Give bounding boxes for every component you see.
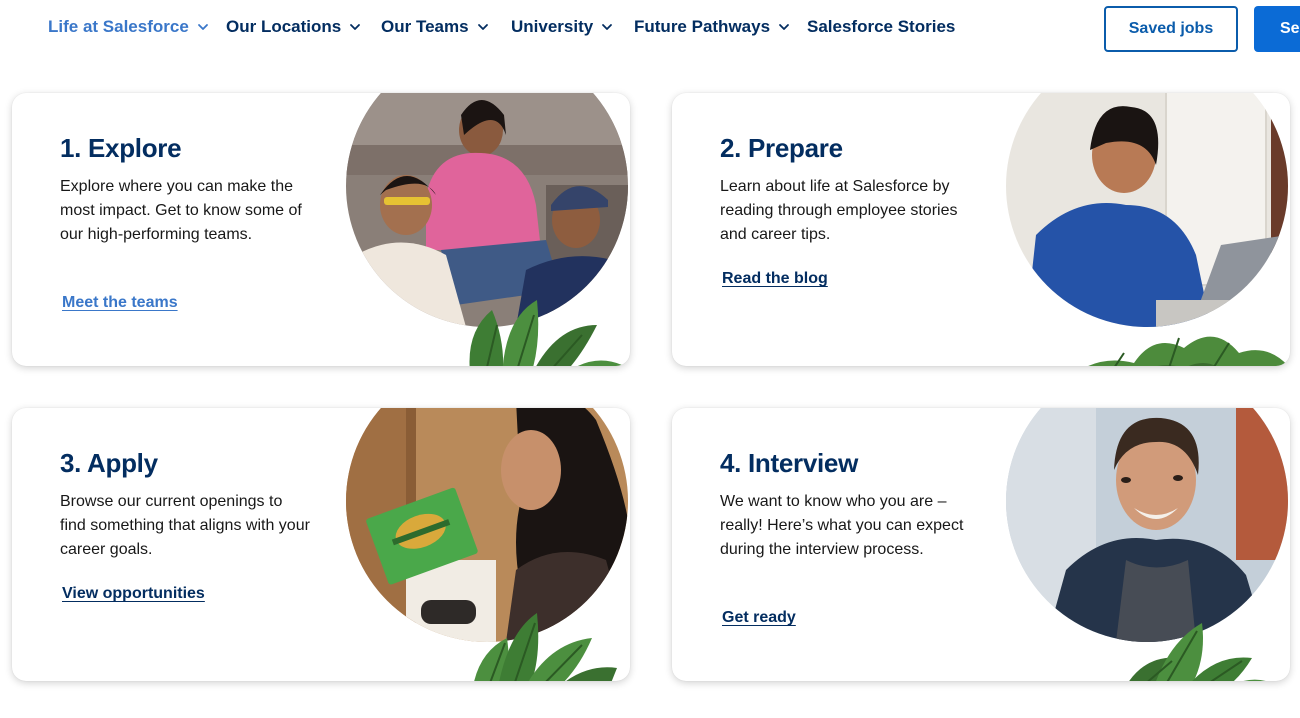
search-jobs-button[interactable]: Se [1254, 6, 1300, 52]
chevron-down-icon [197, 21, 209, 33]
nav-item-university[interactable]: University [511, 17, 613, 37]
card-description: Learn about life at Salesforce by readin… [720, 178, 958, 243]
nav-item-our-locations[interactable]: Our Locations [226, 17, 361, 37]
prepare-photo [1006, 93, 1288, 327]
meet-the-teams-link[interactable]: Meet the teams [62, 294, 178, 312]
apply-photo [346, 408, 628, 642]
nav-item-label: Our Teams [381, 17, 469, 36]
card-title: 3. Apply [60, 448, 158, 478]
chevron-down-icon [778, 21, 790, 33]
card-description: Browse our current openings to find some… [60, 493, 310, 558]
saved-jobs-button[interactable]: Saved jobs [1104, 6, 1238, 52]
nav-item-label: Future Pathways [634, 17, 771, 36]
nav-item-life-at-salesforce[interactable]: Life at Salesforce [48, 17, 209, 37]
nav-item-salesforce-stories[interactable]: Salesforce Stories [807, 17, 955, 37]
card-explore: 1. Explore Explore where you can make th… [12, 93, 630, 366]
plant-illustration [467, 613, 617, 681]
read-the-blog-link[interactable]: Read the blog [722, 270, 828, 288]
card-title: 1. Explore [60, 133, 182, 163]
interview-photo [1006, 408, 1288, 642]
plant-illustration [1122, 613, 1272, 681]
nav-item-our-teams[interactable]: Our Teams [381, 17, 489, 37]
view-opportunities-link[interactable]: View opportunities [62, 585, 205, 603]
nav-item-label: Life at Salesforce [48, 17, 189, 36]
chevron-down-icon [601, 21, 613, 33]
chevron-down-icon [349, 21, 361, 33]
card-apply: 3. Apply Browse our current openings to … [12, 408, 630, 681]
plant-illustration [1064, 323, 1290, 366]
chevron-down-icon [477, 21, 489, 33]
nav-item-future-pathways[interactable]: Future Pathways [634, 17, 790, 37]
card-prepare: 2. Prepare Learn about life at Salesforc… [672, 93, 1290, 366]
nav-item-label: Salesforce Stories [807, 17, 956, 36]
card-description: We want to know who you are – really! He… [720, 493, 964, 558]
card-title: 4. Interview [720, 448, 859, 478]
nav-item-label: University [511, 17, 594, 36]
nav-item-label: Our Locations [226, 17, 342, 36]
get-ready-link[interactable]: Get ready [722, 609, 796, 627]
card-interview: 4. Interview We want to know who you are… [672, 408, 1290, 681]
plant-illustration [462, 295, 622, 366]
card-title: 2. Prepare [720, 133, 843, 163]
card-description: Explore where you can make the most impa… [60, 178, 302, 243]
explore-photo [346, 93, 628, 327]
top-navigation: Life at Salesforce Our Locations Our Tea… [0, 0, 1300, 58]
